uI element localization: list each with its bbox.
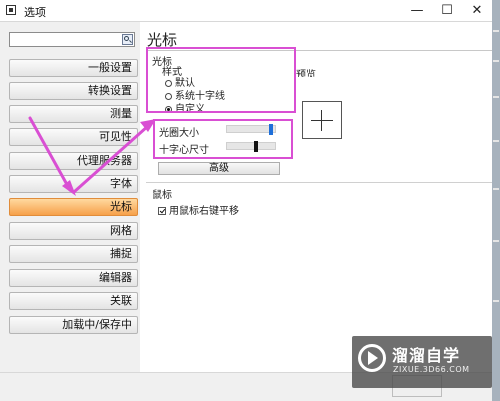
play-logo-icon [358,344,386,372]
background-detail [493,96,499,98]
background-detail [493,240,499,242]
annotation-arrow-line [72,124,150,194]
background-window-edge [492,0,500,401]
background-detail [493,60,499,62]
watermark-url: ZIXUE.3D66.COM [393,365,470,374]
annotation-arrow-line [28,116,72,192]
watermark-title: 溜溜自学 [392,346,461,365]
background-detail [493,188,499,190]
options-window: 选项 — ☐ ✕ 一般设置 转换设置 测量 可见性 代理服务器 字体 光标 网格… [0,0,492,401]
background-detail [493,300,499,302]
watermark: 溜溜自学 ZIXUE.3D66.COM [352,336,492,388]
background-detail [493,30,499,32]
background-detail [493,140,499,142]
